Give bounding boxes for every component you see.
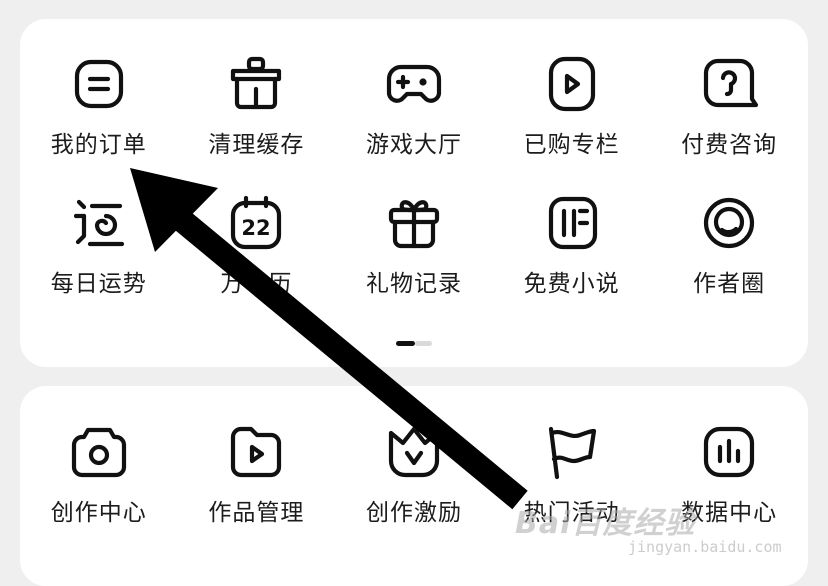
- page-dot-active: [396, 341, 415, 346]
- watermark-url: jingyan.baidu.com: [628, 538, 782, 556]
- video-folder-icon: [227, 423, 285, 481]
- menu-item-creator-center[interactable]: 创作中心: [20, 423, 178, 553]
- author-circle-icon: [700, 194, 758, 252]
- menu-item-label: 付费咨询: [681, 132, 778, 158]
- menu-item-label: 清理缓存: [208, 132, 305, 158]
- menu-item-calendar[interactable]: 22 万年历: [178, 194, 336, 324]
- menu-item-clear-cache[interactable]: 清理缓存: [178, 55, 336, 185]
- purchased-column-icon: [543, 55, 601, 113]
- menu-row-1: 我的订单 清理缓存 游戏大厅 已购专栏 付费咨询: [20, 55, 808, 185]
- order-icon: [70, 55, 128, 113]
- menu-item-creator-incentive[interactable]: 创作激励: [335, 423, 493, 553]
- menu-item-gift-records[interactable]: 礼物记录: [335, 194, 493, 324]
- top-menu-card: 我的订单 清理缓存 游戏大厅 已购专栏 付费咨询 每日运势 22 万年历 礼物记…: [20, 19, 808, 367]
- menu-item-my-orders[interactable]: 我的订单: [20, 55, 178, 185]
- menu-item-label: 创作中心: [50, 500, 147, 526]
- menu-item-label: 作品管理: [208, 500, 305, 526]
- menu-row-2: 每日运势 22 万年历 礼物记录 免费小说 作者圈: [20, 194, 808, 324]
- menu-item-label: 我的订单: [50, 132, 147, 158]
- page-dot: [415, 341, 432, 346]
- crown-icon: [385, 423, 443, 481]
- menu-item-label: 每日运势: [50, 271, 147, 297]
- menu-item-label: 数据中心: [681, 500, 778, 526]
- book-icon: [543, 194, 601, 252]
- menu-item-label: 创作激励: [365, 500, 462, 526]
- bar-chart-icon: [700, 423, 758, 481]
- paid-consult-icon: [700, 55, 759, 113]
- bottom-menu-card: 创作中心 作品管理 创作激励 热门活动 数据中心: [20, 386, 808, 586]
- menu-item-purchased-columns[interactable]: 已购专栏: [493, 55, 651, 185]
- camera-icon: [70, 423, 128, 481]
- menu-item-label: 游戏大厅: [365, 132, 462, 158]
- menu-item-daily-fortune[interactable]: 每日运势: [20, 194, 178, 324]
- menu-item-author-circle[interactable]: 作者圈: [650, 194, 808, 324]
- menu-item-label: 万年历: [220, 271, 293, 297]
- gift-icon: [385, 194, 443, 252]
- menu-item-game-hall[interactable]: 游戏大厅: [335, 55, 493, 185]
- calendar-icon: 22: [227, 194, 285, 252]
- calendar-day-text: 22: [242, 216, 271, 240]
- gamepad-icon: [385, 55, 443, 113]
- menu-item-works-management[interactable]: 作品管理: [178, 423, 336, 553]
- menu-item-free-novels[interactable]: 免费小说: [493, 194, 651, 324]
- menu-item-label: 礼物记录: [365, 271, 462, 297]
- page-indicator: [396, 341, 432, 346]
- clear-cache-icon: [227, 55, 285, 113]
- menu-item-label: 作者圈: [693, 271, 766, 297]
- daily-fortune-icon: [70, 194, 128, 252]
- menu-item-label: 免费小说: [523, 271, 620, 297]
- watermark-logo: Bai百度经验: [515, 506, 696, 541]
- menu-item-label: 已购专栏: [523, 132, 620, 158]
- flag-icon: [543, 423, 601, 481]
- menu-item-paid-consult[interactable]: 付费咨询: [650, 55, 808, 185]
